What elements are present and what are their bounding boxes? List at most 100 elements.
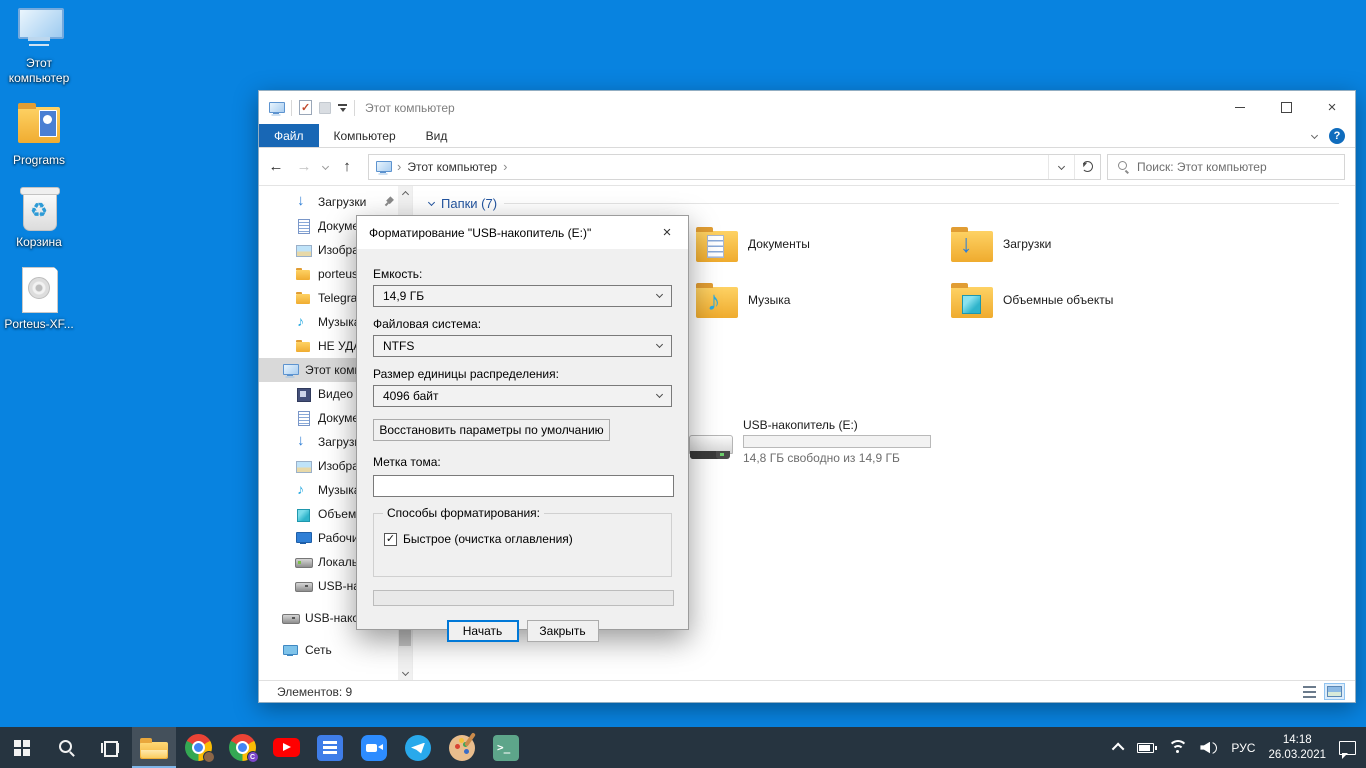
- taskbar-youtube-button[interactable]: [264, 727, 308, 768]
- tab-файл[interactable]: Файл: [259, 124, 319, 147]
- volume-label-input[interactable]: [373, 475, 674, 497]
- document-icon: [295, 218, 311, 234]
- desktop-icon-folder[interactable]: Programs: [0, 103, 78, 168]
- tray-wifi-icon[interactable]: [1167, 740, 1189, 755]
- usb-drive-item[interactable]: USB-накопитель (E:) 14,8 ГБ свободно из …: [689, 418, 989, 465]
- folder-tile[interactable]: Документы: [696, 218, 946, 270]
- folder-tile-label: Документы: [748, 237, 810, 251]
- desktop-icon-recycle[interactable]: ♻ Корзина: [0, 185, 78, 250]
- folder-tile[interactable]: Музыка: [696, 274, 946, 326]
- search-input[interactable]: Поиск: Этот компьютер: [1107, 153, 1345, 180]
- taskbar-task-view-button[interactable]: [88, 727, 132, 768]
- tray-battery-icon[interactable]: [1137, 742, 1158, 753]
- recent-locations-chevron-icon[interactable]: [321, 162, 330, 171]
- folder-tile-label: Загрузки: [1003, 237, 1052, 251]
- allocation-unit-select[interactable]: 4096 байт: [373, 385, 672, 407]
- folder-icon: [295, 290, 311, 306]
- quick-format-checkbox[interactable]: ✓: [384, 532, 397, 546]
- capacity-select[interactable]: 14,9 ГБ: [373, 285, 672, 307]
- disk-icon: [295, 554, 313, 570]
- file-system-select[interactable]: NTFS: [373, 335, 672, 357]
- recycle-symbol-icon: ♻: [30, 199, 48, 222]
- forward-button[interactable]: →: [293, 158, 315, 175]
- back-button[interactable]: ←: [265, 158, 287, 175]
- folder-icon: [295, 338, 311, 354]
- taskbar-paint-button[interactable]: [440, 727, 484, 768]
- address-bar[interactable]: › Этот компьютер ›: [368, 153, 1101, 180]
- close-button[interactable]: ×: [1309, 91, 1355, 124]
- breadcrumb[interactable]: Этот компьютер: [407, 160, 497, 174]
- search-icon: [1117, 160, 1130, 173]
- computer-icon: [282, 362, 299, 378]
- file-system-label: Файловая система:: [373, 317, 482, 331]
- format-progress-bar: [373, 590, 674, 606]
- dialog-titlebar: Форматирование "USB-накопитель (E:)" ×: [357, 216, 688, 249]
- new-folder-icon[interactable]: [319, 101, 331, 114]
- recycle-icon: ♻: [15, 185, 63, 231]
- taskbar-zoom-button[interactable]: [352, 727, 396, 768]
- taskbar-chrome-profile-2-button[interactable]: C: [220, 727, 264, 768]
- taskbar-file-explorer-button[interactable]: [132, 727, 176, 768]
- tray-chevron-icon[interactable]: [1112, 742, 1125, 756]
- taskbar-start-button[interactable]: [0, 727, 44, 768]
- close-dialog-button[interactable]: Закрыть: [526, 620, 599, 642]
- taskbar-chrome-profile-1-button[interactable]: [176, 727, 220, 768]
- chevron-down-icon: [339, 107, 346, 112]
- folder-tile-label: Музыка: [748, 293, 791, 307]
- start-button[interactable]: Начать: [446, 620, 519, 642]
- navigation-bar: ← → ↑ › Этот компьютер › Поиск: Этот ком…: [259, 148, 1355, 186]
- folder-tile[interactable]: Объемные объекты: [951, 274, 1201, 326]
- address-dropdown-button[interactable]: [1048, 154, 1074, 179]
- pictures-icon: [295, 458, 312, 474]
- refresh-icon: [1082, 161, 1093, 172]
- collapse-ribbon-chevron-icon[interactable]: [1310, 131, 1319, 140]
- tray-clock[interactable]: 14:18 26.03.2021: [1268, 733, 1326, 762]
- language-indicator[interactable]: РУС: [1231, 741, 1255, 755]
- details-view-icon: [1303, 685, 1316, 698]
- dialog-title: Форматирование "USB-накопитель (E:)": [369, 225, 592, 240]
- scroll-down-icon[interactable]: [398, 664, 412, 680]
- large-icons-view-button[interactable]: [1324, 683, 1345, 700]
- action-center-icon[interactable]: [1339, 740, 1356, 759]
- chrome-profile-1-icon: [184, 734, 215, 763]
- minimize-button[interactable]: [1217, 91, 1263, 124]
- explorer-app-icon: [268, 100, 285, 116]
- tab-компьютер[interactable]: Компьютер: [319, 124, 411, 147]
- folder-tile-label: Объемные объекты: [1003, 293, 1114, 307]
- taskbar-search-button[interactable]: [44, 727, 88, 768]
- profile-avatar-badge: [202, 751, 215, 763]
- volume-label-label: Метка тома:: [373, 455, 441, 469]
- restore-defaults-button[interactable]: Восстановить параметры по умолчанию: [373, 419, 610, 441]
- dialog-close-button[interactable]: ×: [646, 216, 688, 249]
- tree-item-downloads[interactable]: Загрузки: [259, 190, 398, 214]
- tab-вид[interactable]: Вид: [411, 124, 463, 147]
- tray-volume-icon[interactable]: [1200, 741, 1218, 754]
- properties-icon[interactable]: [299, 100, 312, 115]
- maximize-button[interactable]: [1263, 91, 1309, 124]
- qat-customize-button[interactable]: [338, 103, 347, 112]
- taskbar-notes-button[interactable]: [308, 727, 352, 768]
- folder-tile[interactable]: Загрузки: [951, 218, 1201, 270]
- desktop-icon-computer[interactable]: Этот компьютер: [0, 6, 78, 86]
- telegram-icon: [405, 734, 431, 761]
- folders-group-header[interactable]: Папки (7): [427, 196, 1339, 211]
- youtube-icon: [272, 738, 300, 757]
- refresh-button[interactable]: [1074, 154, 1100, 179]
- allocation-unit-label: Размер единицы распределения:: [373, 367, 559, 381]
- terminal-icon: [493, 734, 519, 761]
- chevron-down-icon: [655, 290, 664, 299]
- scroll-up-icon[interactable]: [398, 186, 412, 202]
- tree-item-label: Загрузки: [318, 195, 367, 209]
- tree-item-label: Видео: [318, 387, 354, 401]
- taskbar-telegram-button[interactable]: [396, 727, 440, 768]
- format-options-group: Способы форматирования: ✓ Быстрое (очист…: [373, 506, 672, 577]
- help-button[interactable]: ?: [1329, 127, 1345, 144]
- up-button[interactable]: ↑: [336, 158, 358, 175]
- usb-drive-name: USB-накопитель (E:): [743, 418, 858, 432]
- desktop-icon-disc[interactable]: Porteus-XF...: [0, 267, 78, 332]
- details-view-button[interactable]: [1299, 683, 1320, 700]
- disc-icon: [15, 267, 63, 313]
- taskbar-terminal-button[interactable]: [484, 727, 528, 768]
- quick-format-option[interactable]: ✓ Быстрое (очистка оглавления): [384, 532, 661, 546]
- computer-icon: [15, 6, 64, 52]
